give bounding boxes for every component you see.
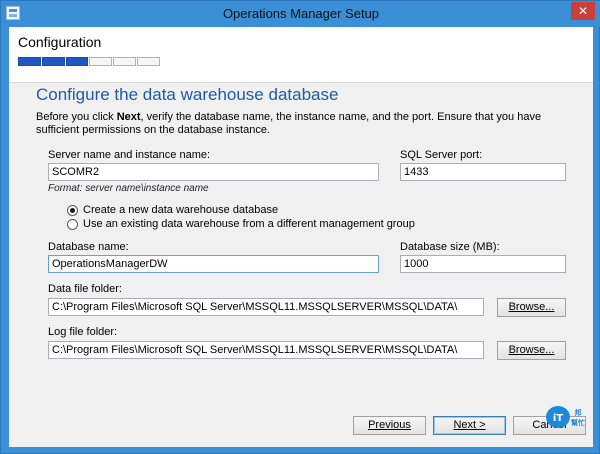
setup-window: Operations Manager Setup ✕ Configuration…	[0, 0, 600, 454]
page-title: Configure the data warehouse database	[36, 85, 339, 104]
data-file-browse-label: Browse...	[508, 301, 555, 313]
progress-bar	[18, 57, 160, 66]
close-button[interactable]: ✕	[571, 2, 595, 20]
log-file-folder-label: Log file folder:	[48, 326, 118, 338]
format-hint: Format: server name\instance name	[48, 183, 209, 194]
data-file-folder-label: Data file folder:	[48, 283, 122, 295]
previous-button[interactable]: Previous	[353, 416, 426, 435]
radio-use-existing[interactable]: Use an existing data warehouse from a di…	[67, 217, 415, 231]
description-prefix: Before you click	[36, 111, 117, 123]
radio-use-existing-label: Use an existing data warehouse from a di…	[83, 218, 415, 230]
radio-use-existing-button[interactable]	[67, 218, 78, 230]
progress-segment	[113, 57, 137, 66]
progress-segment	[89, 57, 113, 66]
progress-segment	[18, 57, 41, 66]
next-label: Next >	[453, 419, 486, 431]
radio-create-new-label: Create a new data warehouse database	[83, 204, 279, 216]
server-name-label: Server name and instance name:	[48, 149, 211, 161]
svg-text:iT: iT	[553, 413, 563, 424]
wizard-body: Configuration Configure the data warehou…	[9, 27, 593, 447]
data-file-browse-button[interactable]: Browse...	[497, 298, 566, 317]
previous-label: Previous	[368, 419, 411, 431]
title-bar: Operations Manager Setup ✕	[1, 1, 600, 27]
svg-text:邦: 邦	[575, 408, 582, 417]
log-file-browse-label: Browse...	[508, 344, 555, 356]
log-file-browse-button[interactable]: Browse...	[497, 341, 566, 360]
wizard-header: Configuration	[9, 27, 593, 83]
ithelp-watermark-logo: iT 邦 幫忙	[546, 406, 585, 428]
progress-segment	[137, 57, 160, 66]
window-title: Operations Manager Setup	[222, 6, 380, 21]
log-file-folder-input[interactable]: C:\Program Files\Microsoft SQL Server\MS…	[48, 341, 484, 359]
database-name-label: Database name:	[48, 241, 129, 253]
next-button[interactable]: Next >	[433, 416, 506, 435]
database-name-input[interactable]: OperationsManagerDW	[48, 255, 379, 273]
data-file-folder-input[interactable]: C:\Program Files\Microsoft SQL Server\MS…	[48, 298, 484, 316]
svg-text:幫忙: 幫忙	[571, 418, 585, 427]
sql-port-label: SQL Server port:	[400, 149, 483, 161]
radio-create-new-button[interactable]	[67, 204, 78, 216]
radio-create-new[interactable]: Create a new data warehouse database	[67, 203, 278, 217]
sql-port-input[interactable]: 1433	[400, 163, 566, 181]
database-size-input[interactable]: 1000	[400, 255, 566, 273]
section-heading: Configuration	[18, 34, 102, 50]
progress-segment	[65, 57, 89, 66]
progress-segment	[41, 57, 65, 66]
description-next-keyword: Next	[116, 111, 141, 123]
database-size-label: Database size (MB):	[400, 241, 500, 253]
server-name-input[interactable]: SCOMR2	[48, 163, 379, 181]
page-description: Before you click Next, verify the databa…	[36, 111, 566, 137]
